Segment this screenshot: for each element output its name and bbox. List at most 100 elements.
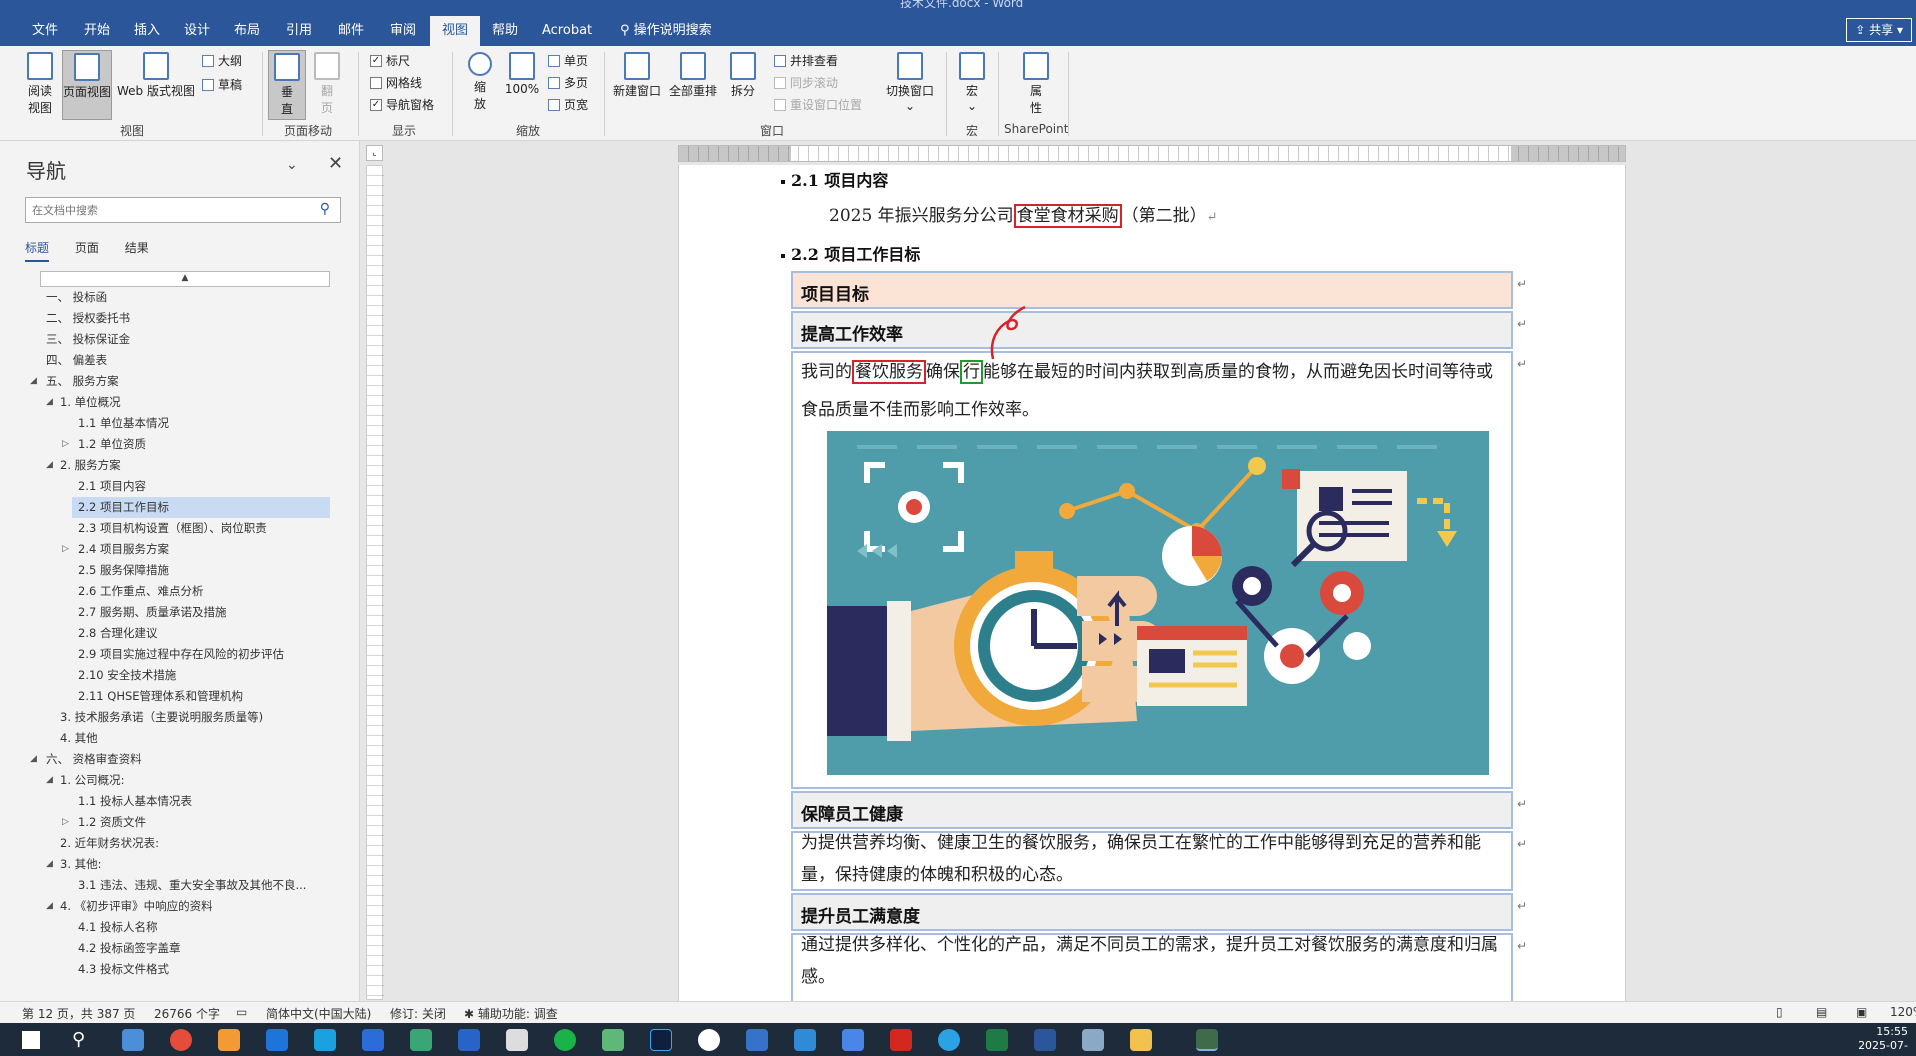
sync-scroll-button[interactable]: 同步滚动 (774, 74, 838, 91)
word-icon[interactable] (1034, 1029, 1056, 1051)
collapse-arrow-icon[interactable]: ◢ (46, 770, 53, 791)
nav-heading-item[interactable]: ◢ 1. 公司概况: (0, 770, 360, 791)
qq-icon[interactable] (698, 1029, 720, 1051)
nav-heading-item[interactable]: 2.11 QHSE管理体系和管理机构 (0, 686, 360, 707)
search-icon[interactable]: ⚲ (320, 201, 330, 217)
tab-mailings[interactable]: 邮件 (332, 20, 370, 42)
nav-search-box[interactable]: ⚲ (25, 197, 341, 223)
nav-heading-item[interactable]: ◢ 1. 单位概况 (0, 392, 360, 413)
expand-arrow-icon[interactable]: ▷ (62, 434, 69, 455)
nav-heading-item[interactable]: 四、 偏差表 (0, 350, 360, 371)
nav-heading-item[interactable]: ▷ 2.4 项目服务方案 (0, 539, 360, 560)
collapse-arrow-icon[interactable]: ◢ (46, 392, 53, 413)
web-layout-button[interactable]: Web 版式视图 (116, 52, 196, 99)
nav-tab-headings[interactable]: 标题 (25, 239, 50, 262)
one-page-button[interactable]: 单页 (548, 52, 588, 69)
windows-start-icon[interactable] (22, 1031, 40, 1049)
collapse-arrow-icon[interactable]: ◢ (30, 749, 37, 770)
app-icon[interactable] (266, 1029, 288, 1051)
nav-heading-item[interactable]: 2.2 项目工作目标 (72, 497, 330, 518)
nav-heading-item[interactable]: ◢ 4. 《初步评审》中响应的资料 (0, 896, 360, 917)
nav-heading-item[interactable]: 2.5 服务保障措施 (0, 560, 360, 581)
print-layout-view-icon[interactable]: ▤ (1816, 1005, 1827, 1019)
nav-heading-item[interactable]: 3.1 违法、违规、重大安全事故及其他不良... (0, 875, 360, 896)
tab-design[interactable]: 设计 (178, 20, 216, 42)
nav-heading-item[interactable]: 2.3 项目机构设置（框图）、岗位职责 (0, 518, 360, 539)
tab-help[interactable]: 帮助 (486, 20, 524, 42)
project-content-paragraph[interactable]: 2025 年振兴服务分公司 食堂食材采购 （第二批）↵ (829, 201, 1218, 228)
app-icon[interactable] (794, 1029, 816, 1051)
properties-button[interactable]: 属 性 (1018, 52, 1054, 116)
app-icon[interactable] (602, 1029, 624, 1051)
nav-heading-item[interactable]: ◢ 五、 服务方案 (0, 371, 360, 392)
nav-heading-item[interactable]: ▷ 1.2 资质文件 (0, 812, 360, 833)
tab-insert[interactable]: 插入 (128, 20, 166, 42)
new-window-button[interactable]: 新建窗口 (610, 52, 664, 99)
photoshop-icon[interactable] (650, 1029, 672, 1051)
tab-review[interactable]: 审阅 (384, 20, 422, 42)
nav-heading-item[interactable]: ◢ 2. 服务方案 (0, 455, 360, 476)
heading-2-1[interactable]: 2.1 项目内容 (781, 167, 888, 191)
language[interactable]: 简体中文(中国大陆) (266, 1005, 371, 1022)
web-layout-view-icon[interactable]: ▣ (1856, 1005, 1867, 1019)
nav-heading-item[interactable]: 1.1 投标人基本情况表 (0, 791, 360, 812)
chrome-icon[interactable] (170, 1029, 192, 1051)
nav-heading-item[interactable]: ▷ 1.2 单位资质 (0, 434, 360, 455)
arrange-all-button[interactable]: 全部重排 (666, 52, 720, 99)
excel-icon[interactable] (986, 1029, 1008, 1051)
side-to-side-button[interactable]: 翻 页 (310, 52, 344, 116)
nav-heading-item[interactable]: 2.1 项目内容 (0, 476, 360, 497)
app-icon[interactable] (410, 1029, 432, 1051)
collapse-arrow-icon[interactable]: ◢ (30, 371, 37, 392)
app-icon[interactable] (746, 1029, 768, 1051)
nav-heading-item[interactable]: 三、 投标保证金 (0, 329, 360, 350)
app-icon[interactable] (314, 1029, 336, 1051)
chevron-down-icon[interactable]: ⌄ (286, 157, 298, 173)
system-clock[interactable]: 15:55 2025-07- (1858, 1025, 1908, 1053)
tab-layout[interactable]: 布局 (228, 20, 266, 42)
nav-pane-checkbox[interactable]: ✓ 导航窗格 (370, 96, 434, 113)
edge-icon[interactable] (938, 1029, 960, 1051)
app-icon[interactable] (842, 1029, 864, 1051)
collapse-all-button[interactable]: ▲ (40, 271, 330, 287)
nav-heading-item[interactable]: 一、 投标函 (0, 287, 360, 308)
app-icon[interactable] (506, 1029, 528, 1051)
nav-heading-item[interactable]: ◢ 3. 其他: (0, 854, 360, 875)
collapse-arrow-icon[interactable]: ◢ (46, 455, 53, 476)
zoom-button[interactable]: 缩 放 (462, 52, 498, 112)
macros-button[interactable]: 宏 ⌄ (954, 52, 990, 113)
tab-home[interactable]: 开始 (78, 20, 116, 42)
nav-heading-item[interactable]: 2.10 安全技术措施 (0, 665, 360, 686)
page-width-button[interactable]: 页宽 (548, 96, 588, 113)
nav-heading-item[interactable]: 2.6 工作重点、难点分析 (0, 581, 360, 602)
nav-tab-pages[interactable]: 页面 (75, 239, 99, 260)
table-row-health-title[interactable]: 保障员工健康 (791, 791, 1513, 829)
tab-selector[interactable]: ⌞ (366, 145, 383, 161)
collapse-arrow-icon[interactable]: ◢ (46, 854, 53, 875)
multiple-pages-button[interactable]: 多页 (548, 74, 588, 91)
wechat-icon[interactable] (554, 1029, 576, 1051)
reset-position-button[interactable]: 重设窗口位置 (774, 96, 862, 113)
document-page[interactable]: 2.1 项目内容 2025 年振兴服务分公司 食堂食材采购 （第二批）↵ 2.2 项… (678, 165, 1626, 1001)
table-row-satisfaction-body[interactable]: 通过提供多样化、个性化的产品，满足不同员工的需求，提升员工对餐饮服务的满意度和归… (791, 933, 1513, 1001)
app-icon[interactable] (1082, 1029, 1104, 1051)
print-layout-button[interactable]: 页面视图 (62, 50, 112, 120)
word-count[interactable]: 26766 个字 (154, 1005, 220, 1022)
read-mode-button[interactable]: 阅读 视图 (20, 52, 60, 116)
app-icon[interactable] (218, 1029, 240, 1051)
nav-heading-item[interactable]: ◢ 六、 资格审查资料 (0, 749, 360, 770)
app-icon[interactable] (1196, 1029, 1218, 1051)
read-mode-view-icon[interactable]: ▯ (1776, 1005, 1783, 1019)
split-button[interactable]: 拆分 (724, 52, 762, 99)
calculator-icon[interactable] (122, 1029, 144, 1051)
nav-heading-item[interactable]: 3. 技术服务承诺（主要说明服务质量等) (0, 707, 360, 728)
heading-2-2[interactable]: 2.2 项目工作目标 (781, 241, 920, 265)
table-row-efficiency-title[interactable]: 提高工作效率 (791, 311, 1513, 349)
expand-arrow-icon[interactable]: ▷ (62, 812, 69, 833)
table-row-health-body[interactable]: 为提供营养均衡、健康卫生的餐饮服务，确保员工在繁忙的工作中能够得到充足的营养和能… (791, 831, 1513, 891)
proofing-icon[interactable]: ▭ (236, 1005, 247, 1019)
collapse-arrow-icon[interactable]: ◢ (46, 896, 53, 917)
ruler-checkbox[interactable]: ✓ 标尺 (370, 52, 410, 69)
file-explorer-icon[interactable] (1130, 1029, 1152, 1051)
table-header-row[interactable]: 项目目标 (791, 271, 1513, 309)
